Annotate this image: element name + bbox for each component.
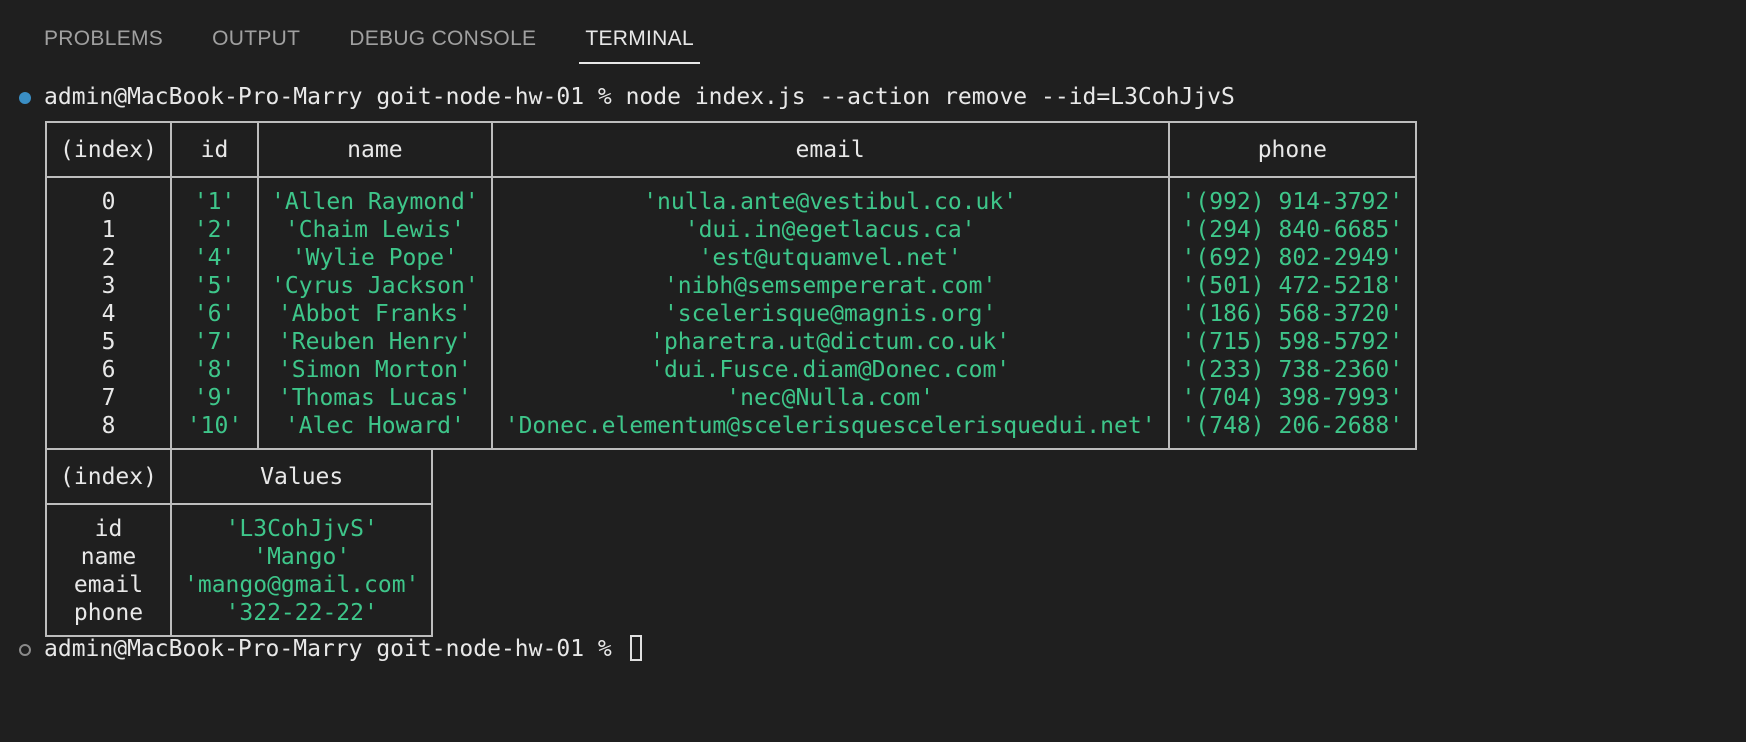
cell-email: 'nulla.ante@vestibul.co.uk' (490, 177, 1170, 216)
cell-value: 'mango@gmail.com' (169, 571, 434, 599)
cell-id: '6' (170, 300, 259, 328)
header-id: id (170, 122, 259, 178)
removed-table-header: (index) Values (45, 449, 434, 505)
panel-tabs: PROBLEMS OUTPUT DEBUG CONSOLE TERMINAL (0, 0, 1746, 64)
cell-key: name (45, 543, 172, 571)
cell-index: 5 (45, 328, 172, 356)
cell-email: 'dui.in@egetlacus.ca' (490, 216, 1170, 244)
terminal-panel[interactable]: admin@MacBook-Pro-Marry goit-node-hw-01 … (0, 80, 1746, 742)
command-line: admin@MacBook-Pro-Marry goit-node-hw-01 … (44, 84, 1235, 110)
cell-email: 'est@utquamvel.net' (490, 244, 1170, 272)
cell-id: '10' (170, 412, 259, 449)
command-status-dot-icon[interactable] (19, 92, 31, 104)
table-row: 8'10' 'Alec Howard' 'Donec.elementum@scele… (45, 412, 1418, 449)
cell-index: 4 (45, 300, 172, 328)
contacts-table-header: (index) id name email phone (45, 122, 1418, 178)
cell-email: 'nibh@semsempererat.com' (490, 272, 1170, 300)
cell-email: 'Donec.elementum@scelerisquescelerisqued… (490, 412, 1170, 449)
cell-id: '5' (170, 272, 259, 300)
cell-key: phone (45, 599, 172, 636)
table-row: 7'9' 'Thomas Lucas''nec@Nulla.com' '(704) … (45, 384, 1418, 412)
cell-email: 'scelerisque@magnis.org' (490, 300, 1170, 328)
header-index: (index) (45, 449, 172, 505)
cell-name: 'Alec Howard' (257, 412, 493, 449)
header-email: email (490, 122, 1170, 178)
cell-id: '9' (170, 384, 259, 412)
removed-contact-table: (index) Values id 'L3CohJjvS' name 'Mango' e… (45, 448, 434, 637)
cell-phone: '(715) 598-5792' (1167, 328, 1418, 356)
table-row: 2'4' 'Wylie Pope''est@utquamvel.net' '(692… (45, 244, 1418, 272)
cell-phone: '(501) 472-5218' (1167, 272, 1418, 300)
cell-phone: '(692) 802-2949' (1167, 244, 1418, 272)
cell-id: '8' (170, 356, 259, 384)
cell-index: 3 (45, 272, 172, 300)
table-row: 4'6' 'Abbot Franks''scelerisque@magnis.or… (45, 300, 1418, 328)
table-row: phone '322-22-22' (45, 599, 434, 636)
cell-index: 8 (45, 412, 172, 449)
cell-id: '7' (170, 328, 259, 356)
table-row: 1'2' 'Chaim Lewis''dui.in@egetlacus.ca' '(… (45, 216, 1418, 244)
cell-phone: '(704) 398-7993' (1167, 384, 1418, 412)
cell-name: 'Thomas Lucas' (257, 384, 493, 412)
cell-id: '1' (170, 177, 259, 216)
cell-email: 'pharetra.ut@dictum.co.uk' (490, 328, 1170, 356)
tab-output[interactable]: OUTPUT (212, 0, 300, 60)
cell-phone: '(294) 840-6685' (1167, 216, 1418, 244)
cell-phone: '(992) 914-3792' (1167, 177, 1418, 216)
cell-email: 'dui.Fusce.diam@Donec.com' (490, 356, 1170, 384)
cell-email: 'nec@Nulla.com' (490, 384, 1170, 412)
header-phone: phone (1167, 122, 1418, 178)
cell-phone: '(186) 568-3720' (1167, 300, 1418, 328)
cell-name: 'Wylie Pope' (257, 244, 493, 272)
cell-name: 'Chaim Lewis' (257, 216, 493, 244)
cell-index: 2 (45, 244, 172, 272)
prompt-text: admin@MacBook-Pro-Marry goit-node-hw-01 … (44, 636, 626, 662)
cell-name: 'Abbot Franks' (257, 300, 493, 328)
tab-debug-console[interactable]: DEBUG CONSOLE (349, 0, 536, 60)
prompt-line[interactable]: admin@MacBook-Pro-Marry goit-node-hw-01 … (44, 635, 642, 663)
cell-id: '2' (170, 216, 259, 244)
cell-index: 7 (45, 384, 172, 412)
cell-index: 0 (45, 177, 172, 216)
cell-name: 'Simon Morton' (257, 356, 493, 384)
table-row: email'mango@gmail.com' (45, 571, 434, 599)
table-row: 5'7' 'Reuben Henry''pharetra.ut@dictum.co… (45, 328, 1418, 356)
header-index: (index) (45, 122, 172, 178)
table-row: 6'8' 'Simon Morton''dui.Fusce.diam@Donec.… (45, 356, 1418, 384)
cell-phone: '(233) 738-2360' (1167, 356, 1418, 384)
tab-terminal[interactable]: TERMINAL (579, 0, 700, 64)
cell-index: 1 (45, 216, 172, 244)
prompt-status-dot-icon[interactable] (19, 644, 31, 656)
cell-phone: '(748) 206-2688' (1167, 412, 1418, 449)
table-row: id 'L3CohJjvS' (45, 504, 434, 543)
cell-key: email (45, 571, 172, 599)
header-values: Values (169, 449, 434, 505)
table-row: 3'5' 'Cyrus Jackson''nibh@semsempererat.c… (45, 272, 1418, 300)
table-row: name 'Mango' (45, 543, 434, 571)
cursor-icon (629, 635, 642, 661)
table-row: 0'1' 'Allen Raymond''nulla.ante@vestibul.… (45, 177, 1418, 216)
cell-value: 'L3CohJjvS' (169, 504, 434, 543)
cell-index: 6 (45, 356, 172, 384)
cell-name: 'Cyrus Jackson' (257, 272, 493, 300)
cell-name: 'Allen Raymond' (257, 177, 493, 216)
cell-name: 'Reuben Henry' (257, 328, 493, 356)
cell-key: id (45, 504, 172, 543)
contacts-table: (index) id name email phone 0'1' 'Allen R… (45, 121, 1418, 450)
cell-value: 'Mango' (169, 543, 434, 571)
header-name: name (257, 122, 493, 178)
cell-id: '4' (170, 244, 259, 272)
cell-value: '322-22-22' (169, 599, 434, 636)
tab-problems[interactable]: PROBLEMS (44, 0, 163, 60)
